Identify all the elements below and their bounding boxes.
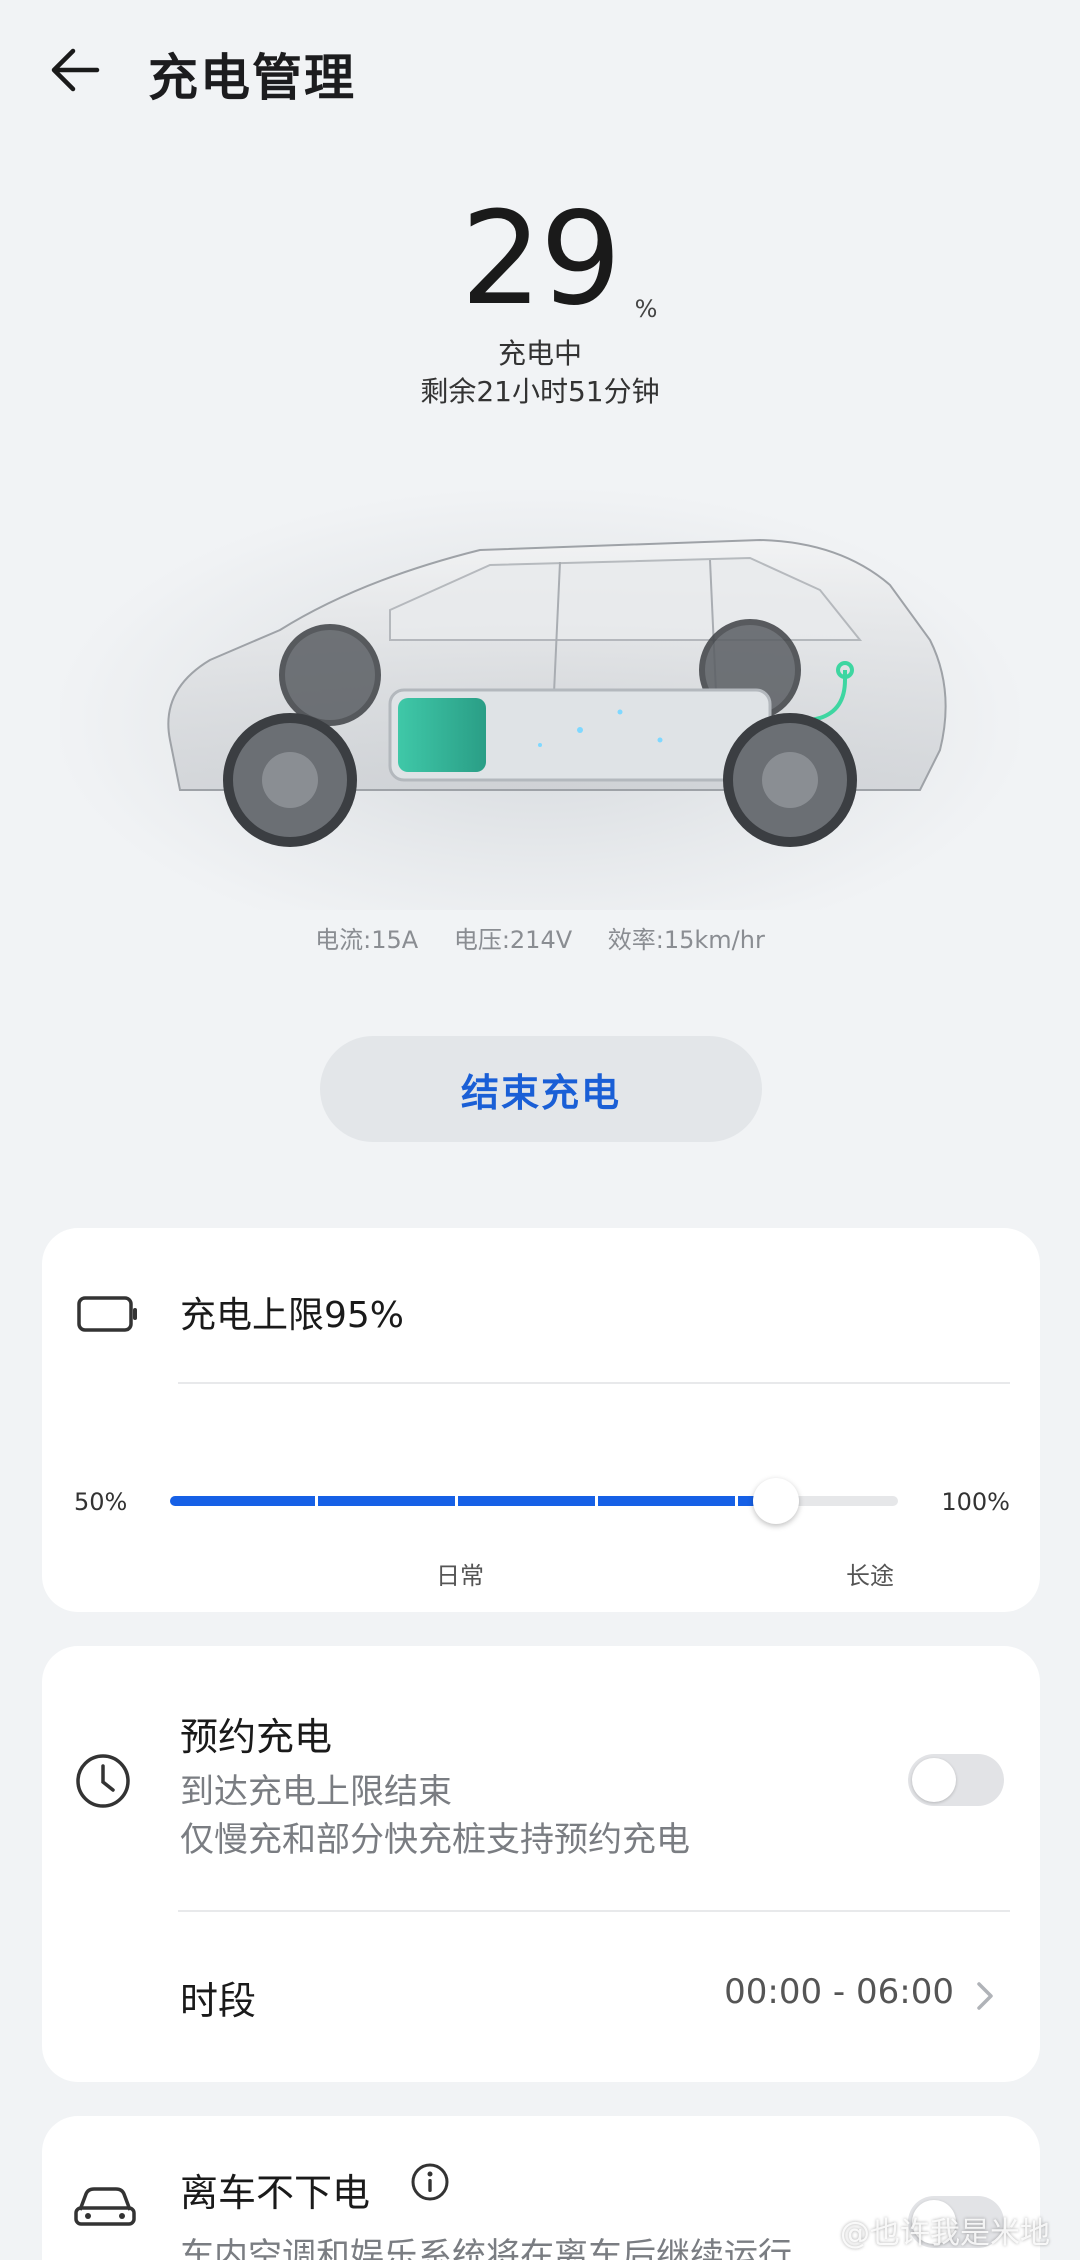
arrow-left-icon — [51, 48, 100, 92]
watermark: @也许我是米地 — [840, 2216, 1050, 2251]
info-icon[interactable] — [410, 2162, 450, 2202]
daily-mark: 日常 — [436, 1562, 484, 1590]
slider-tick — [595, 1496, 598, 1506]
header: 充电管理 — [0, 0, 1080, 140]
battery-percent: 29 — [460, 185, 622, 334]
efficiency-metric: 效率:15km/hr — [607, 926, 765, 954]
percent-unit: % — [634, 295, 658, 323]
clock-icon — [76, 1754, 130, 1808]
period-value[interactable]: 00:00 - 06:00 — [724, 1972, 954, 2012]
voltage-metric: 电压:214V — [453, 926, 573, 954]
car-icon — [74, 2187, 136, 2226]
schedule-card: 预约充电 到达充电上限结束 仅慢充和部分快充桩支持预约充电 时段 00:00 -… — [42, 1646, 1040, 2082]
slider-tick — [455, 1496, 458, 1506]
keep-power-subtitle: 车内空调和娱乐系统将在离车后继续运行 — [180, 2236, 792, 2260]
chevron-right-icon[interactable] — [970, 1976, 1000, 2016]
divider — [178, 1382, 1010, 1384]
current-metric: 电流:15A — [315, 926, 419, 954]
end-charging-button[interactable]: 结束充电 — [320, 1036, 762, 1142]
slider-min-label: 50% — [74, 1488, 128, 1516]
page-title: 充电管理 — [148, 49, 356, 107]
period-label[interactable]: 时段 — [180, 1970, 256, 2025]
back-button[interactable] — [40, 30, 110, 110]
slider-fill — [170, 1496, 776, 1506]
long-trip-mark: 长途 — [846, 1562, 894, 1590]
charge-limit-slider[interactable] — [170, 1478, 898, 1524]
slider-thumb[interactable] — [753, 1478, 799, 1524]
schedule-title: 预约充电 — [180, 1715, 333, 1759]
remaining-time: 剩余21小时51分钟 — [420, 375, 660, 408]
battery-icon — [77, 1296, 137, 1332]
charge-limit-title: 充电上限95% — [180, 1295, 405, 1336]
keep-power-title: 离车不下电 — [180, 2171, 371, 2215]
car-illustration — [60, 490, 1020, 910]
schedule-toggle[interactable] — [908, 1754, 1004, 1806]
charging-metrics: 电流:15A 电压:214V 效率:15km/hr — [0, 920, 1080, 955]
slider-tick — [735, 1496, 738, 1506]
schedule-note: 仅慢充和部分快充桩支持预约充电 — [180, 1820, 690, 1860]
toggle-knob — [912, 1758, 956, 1802]
charging-state: 充电中 — [497, 337, 582, 370]
divider — [178, 1910, 1010, 1912]
slider-tick — [315, 1496, 318, 1506]
schedule-subtitle: 到达充电上限结束 — [180, 1772, 452, 1812]
slider-max-label: 100% — [941, 1488, 1010, 1516]
charge-limit-card: 充电上限95% 50% 100% 日常 长途 — [42, 1228, 1040, 1612]
battery-status: 29 % — [0, 195, 1080, 335]
